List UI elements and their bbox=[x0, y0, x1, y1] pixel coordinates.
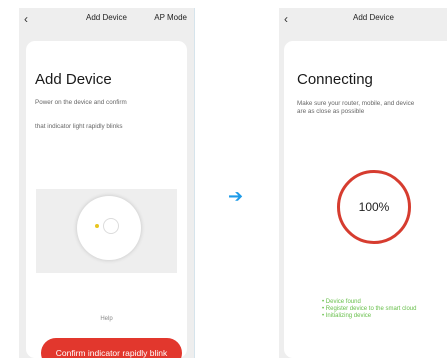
device-logo-icon bbox=[103, 218, 119, 234]
indicator-light-icon bbox=[95, 224, 99, 228]
back-arrow-icon[interactable]: ‹ bbox=[284, 12, 288, 26]
page-title: Add Device bbox=[353, 13, 394, 22]
status-step: • Initializing device bbox=[322, 313, 372, 319]
heading: Connecting bbox=[297, 71, 373, 88]
content-card: Add Device Power on the device and confi… bbox=[26, 41, 187, 358]
back-arrow-icon[interactable]: ‹ bbox=[24, 12, 28, 26]
instruction-line-1: Make sure your router, mobile, and devic… bbox=[297, 100, 415, 107]
confirm-blink-button[interactable]: Confirm indicator rapidly blink bbox=[41, 338, 182, 358]
status-step: • Device found bbox=[322, 299, 361, 305]
add-device-screen: ‹ Add Device AP Mode Add Device Power on… bbox=[19, 8, 195, 358]
status-list: • Device found • Register device to the … bbox=[322, 299, 416, 320]
top-bar: ‹ Add Device bbox=[279, 8, 447, 32]
device-illustration bbox=[36, 189, 177, 273]
connecting-screen: ‹ Add Device Connecting Make sure your r… bbox=[279, 8, 447, 358]
top-bar: ‹ Add Device AP Mode bbox=[19, 8, 194, 32]
progress-ring: 100% bbox=[337, 170, 411, 244]
progress-percent: 100% bbox=[358, 200, 390, 214]
page-title: Add Device bbox=[86, 13, 127, 22]
instruction-line-2: that indicator light rapidly blinks bbox=[35, 123, 123, 130]
help-link[interactable]: Help bbox=[26, 315, 187, 323]
heading: Add Device bbox=[35, 71, 112, 88]
ap-mode-button[interactable]: AP Mode bbox=[154, 13, 187, 23]
device-icon bbox=[77, 196, 141, 260]
content-card: Connecting Make sure your router, mobile… bbox=[284, 41, 447, 358]
right-arrow-icon: ➔ bbox=[228, 186, 244, 206]
instruction-line-1: Power on the device and confirm bbox=[35, 99, 127, 106]
status-step: • Register device to the smart cloud bbox=[322, 306, 417, 312]
instruction-line-2: are as close as possible bbox=[297, 108, 365, 115]
